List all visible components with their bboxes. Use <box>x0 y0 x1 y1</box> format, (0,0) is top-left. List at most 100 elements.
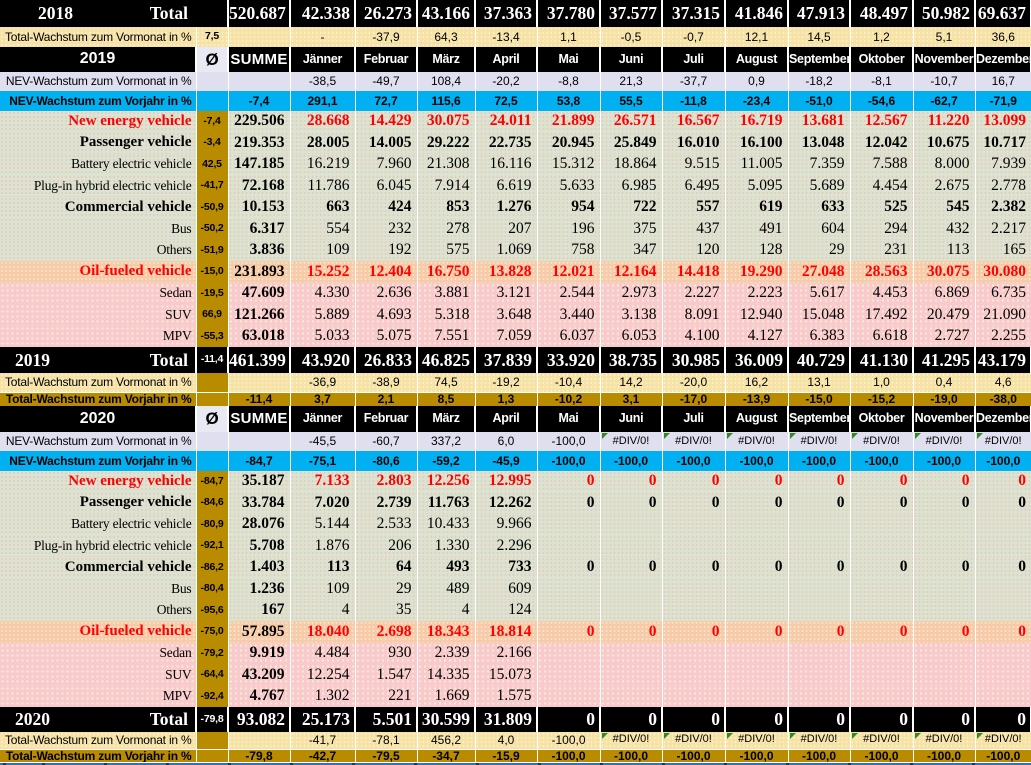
value-cell[interactable]: 206 <box>355 535 417 557</box>
value-cell[interactable]: 0 <box>850 621 913 643</box>
value-cell[interactable]: 456,2 <box>417 732 475 749</box>
value-cell[interactable]: 13.099 <box>975 111 1031 132</box>
month-header[interactable]: Februar <box>355 47 417 72</box>
value-cell[interactable] <box>662 514 725 535</box>
value-cell[interactable] <box>975 578 1031 600</box>
value-cell[interactable] <box>788 578 850 600</box>
value-cell[interactable]: 633 <box>788 197 850 218</box>
value-cell[interactable]: 0,4 <box>913 373 975 392</box>
value-cell[interactable]: 0 <box>850 471 913 492</box>
avg-cell[interactable]: 42,5 <box>196 154 228 175</box>
value-cell[interactable]: 0 <box>662 492 725 514</box>
value-cell[interactable] <box>537 643 600 664</box>
value-cell[interactable]: 7.133 <box>290 471 355 492</box>
value-cell[interactable]: 42.338 <box>290 0 355 27</box>
value-cell[interactable] <box>600 600 662 621</box>
value-cell[interactable]: 0 <box>788 557 850 578</box>
value-cell[interactable]: 545 <box>913 197 975 218</box>
value-cell[interactable]: 0 <box>913 471 975 492</box>
row-label[interactable]: Total-Wachstum zum Vormonat in % <box>0 373 196 392</box>
value-cell[interactable] <box>725 514 788 535</box>
row-label[interactable]: NEV-Wachstum zum Vorjahr in % <box>0 451 196 471</box>
value-cell[interactable]: 10.153 <box>228 197 290 218</box>
value-cell[interactable]: #DIV/0! <box>662 432 725 451</box>
value-cell[interactable]: 25.849 <box>600 132 662 154</box>
value-cell[interactable]: -0,5 <box>600 27 662 47</box>
value-cell[interactable]: 147.185 <box>228 154 290 175</box>
value-cell[interactable] <box>662 643 725 664</box>
value-cell[interactable]: 0 <box>537 707 600 732</box>
avg-cell[interactable]: 7,5 <box>196 27 228 47</box>
value-cell[interactable]: #DIV/0! <box>850 732 913 749</box>
value-cell[interactable]: 72,5 <box>475 91 537 111</box>
value-cell[interactable]: 2.255 <box>975 326 1031 347</box>
avg-cell[interactable]: -80,4 <box>196 578 228 600</box>
value-cell[interactable]: 165 <box>975 240 1031 261</box>
value-cell[interactable]: 0 <box>537 471 600 492</box>
value-cell[interactable] <box>228 27 290 47</box>
avg-cell[interactable]: -92,1 <box>196 535 228 557</box>
value-cell[interactable] <box>228 373 290 392</box>
value-cell[interactable] <box>725 578 788 600</box>
month-header[interactable]: Juli <box>662 47 725 72</box>
value-cell[interactable]: 36.009 <box>725 347 788 373</box>
avg-cell[interactable]: -86,2 <box>196 557 228 578</box>
value-cell[interactable]: 24.011 <box>475 111 537 132</box>
value-cell[interactable]: 6.495 <box>662 175 725 197</box>
value-cell[interactable]: 21.308 <box>417 154 475 175</box>
value-cell[interactable]: -100,0 <box>725 749 788 762</box>
value-cell[interactable]: 19.290 <box>725 261 788 283</box>
value-cell[interactable]: -8,8 <box>537 72 600 91</box>
value-cell[interactable]: 28.563 <box>850 261 913 283</box>
month-header[interactable]: April <box>475 406 537 432</box>
value-cell[interactable]: 207 <box>475 218 537 240</box>
value-cell[interactable]: 1,1 <box>537 27 600 47</box>
value-cell[interactable] <box>662 686 725 707</box>
value-cell[interactable]: 29 <box>788 240 850 261</box>
value-cell[interactable]: 0 <box>975 621 1031 643</box>
avg-cell[interactable]: -64,4 <box>196 664 228 686</box>
value-cell[interactable]: 5.095 <box>725 175 788 197</box>
value-cell[interactable] <box>662 600 725 621</box>
month-header[interactable]: Jänner <box>290 47 355 72</box>
value-cell[interactable]: -13,9 <box>725 392 788 406</box>
row-label[interactable]: SUV <box>0 664 196 686</box>
value-cell[interactable]: 8,5 <box>417 392 475 406</box>
value-cell[interactable]: -10,7 <box>913 72 975 91</box>
value-cell[interactable]: -19,2 <box>475 373 537 392</box>
value-cell[interactable]: -42,7 <box>290 749 355 762</box>
value-cell[interactable]: -59,2 <box>417 451 475 471</box>
value-cell[interactable]: 16.719 <box>725 111 788 132</box>
value-cell[interactable]: -78,1 <box>355 732 417 749</box>
value-cell[interactable]: 6.618 <box>850 326 913 347</box>
value-cell[interactable]: -45,5 <box>290 432 355 451</box>
value-cell[interactable]: 37.839 <box>475 347 537 373</box>
value-cell[interactable]: -41,7 <box>290 732 355 749</box>
value-cell[interactable]: 11.786 <box>290 175 355 197</box>
value-cell[interactable]: 30.599 <box>417 707 475 732</box>
avg-cell[interactable]: -79,2 <box>196 643 228 664</box>
row-label[interactable]: New energy vehicle <box>0 111 196 132</box>
value-cell[interactable]: 493 <box>417 557 475 578</box>
value-cell[interactable]: 48.497 <box>850 0 913 27</box>
value-cell[interactable]: #DIV/0! <box>788 432 850 451</box>
value-cell[interactable]: 31.809 <box>475 707 537 732</box>
value-cell[interactable] <box>850 664 913 686</box>
value-cell[interactable]: 30.985 <box>662 347 725 373</box>
value-cell[interactable]: 69.637 <box>975 0 1031 27</box>
row-label[interactable]: Sedan <box>0 283 196 304</box>
value-cell[interactable]: 3.440 <box>537 304 600 326</box>
value-cell[interactable]: 10.717 <box>975 132 1031 154</box>
value-cell[interactable] <box>788 643 850 664</box>
value-cell[interactable]: 5.033 <box>290 326 355 347</box>
summe-column-header[interactable]: SUMME <box>228 406 290 432</box>
value-cell[interactable]: 619 <box>725 197 788 218</box>
value-cell[interactable]: 2.217 <box>975 218 1031 240</box>
value-cell[interactable] <box>537 600 600 621</box>
avg-cell[interactable]: -80,9 <box>196 514 228 535</box>
value-cell[interactable]: 1,3 <box>475 392 537 406</box>
value-cell[interactable] <box>975 600 1031 621</box>
value-cell[interactable]: 37.315 <box>662 0 725 27</box>
value-cell[interactable]: 16.010 <box>662 132 725 154</box>
value-cell[interactable]: 15.252 <box>290 261 355 283</box>
